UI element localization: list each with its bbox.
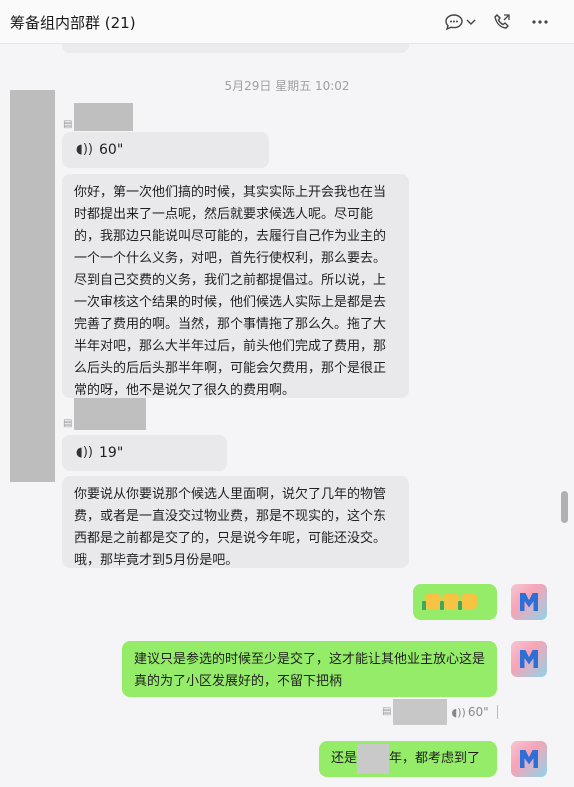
chat-title[interactable]: 筹备组内部群 (21) xyxy=(10,12,136,33)
member-tag-icon: ▤ xyxy=(63,119,73,130)
sender-name-row: ▤ xyxy=(63,103,134,131)
member-tag-icon: ▤ xyxy=(63,418,73,429)
sender-name-row: ▤ xyxy=(63,398,147,430)
message-text-prefix: 还是 xyxy=(331,751,358,766)
voice-message[interactable]: ◖)) 60" xyxy=(62,132,269,168)
voice-duration: 19" xyxy=(99,445,124,461)
outgoing-voice-collapsed[interactable]: ▤ ◖)) 60" xyxy=(382,699,498,725)
message-text-suffix: 年，都考虑到了 xyxy=(389,751,481,766)
avatar-logo-icon xyxy=(520,650,538,668)
chat-bubble-icon[interactable] xyxy=(444,12,464,32)
voice-wave-icon: ◖)) xyxy=(76,142,93,157)
sender-name-redacted xyxy=(74,103,134,131)
my-avatar[interactable] xyxy=(511,741,547,777)
my-avatar[interactable] xyxy=(511,641,547,677)
voice-message[interactable]: ◖)) 19" xyxy=(62,435,227,471)
chat-header: 筹备组内部群 (21) xyxy=(0,0,574,44)
thumbs-up-icon xyxy=(422,594,441,610)
sender-name-redacted xyxy=(74,398,147,430)
voice-wave-icon: ◖)) xyxy=(76,445,93,460)
previous-message-bubble xyxy=(62,44,409,53)
thumbs-up-emojis xyxy=(413,584,497,620)
voice-duration: 60" xyxy=(467,705,489,719)
phone-icon[interactable] xyxy=(492,12,512,32)
outgoing-text-message[interactable]: 还是 年，都考虑到了 xyxy=(319,741,497,777)
my-avatar[interactable] xyxy=(511,584,547,620)
voice-transcript-text[interactable]: 你好，第一次他们搞的时候，其实实际上开会我也在当时都提出来了一点呢，然后就要求候… xyxy=(62,174,409,398)
thumbs-up-message[interactable] xyxy=(413,584,497,620)
avatar-logo-icon xyxy=(520,750,538,768)
thumbs-up-icon xyxy=(440,594,459,610)
redacted-text xyxy=(357,743,390,774)
voice-duration: 60" xyxy=(99,142,124,158)
chevron-down-icon[interactable] xyxy=(465,12,477,32)
more-icon[interactable] xyxy=(530,12,550,32)
divider xyxy=(496,705,498,719)
voice-transcript-text[interactable]: 你要说从你要说那个候选人里面啊，说欠了几年的物管费，或者是一直没交过物业费，那是… xyxy=(62,476,409,568)
message-timestamp: 5月29日 星期五 10:02 xyxy=(224,79,350,93)
scrollbar-thumb[interactable] xyxy=(561,491,568,523)
message-list[interactable]: 5月29日 星期五 10:02 ▤ ◖)) 60" 你好，第一次他们搞的时候，其… xyxy=(0,44,574,787)
outgoing-text-message[interactable]: 建议只是参选的时候至少是交了，这才能让其他业主放心这是真的为了小区发展好的，不留… xyxy=(122,641,497,697)
sender-avatar-redacted[interactable] xyxy=(10,90,55,482)
avatar-logo-icon xyxy=(520,593,538,611)
voice-content-redacted xyxy=(393,699,448,725)
member-tag-icon: ▤ xyxy=(382,706,392,717)
voice-wave-icon: ◖)) xyxy=(451,705,466,719)
thumbs-up-icon xyxy=(458,594,477,610)
